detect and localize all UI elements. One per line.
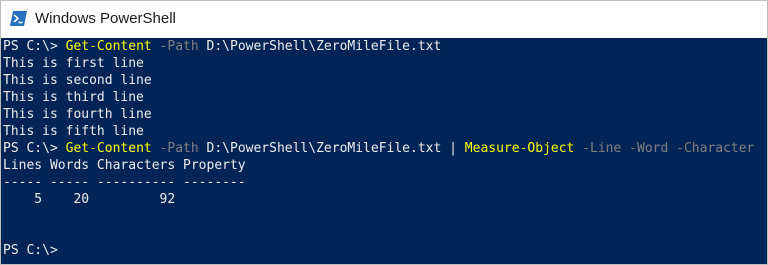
measure-parameters: -Line -Word -Character xyxy=(574,141,755,156)
window-title: Windows PowerShell xyxy=(35,10,176,27)
path-argument: D:\PowerShell\ZeroMileFile.txt | xyxy=(198,141,465,156)
title-bar[interactable]: Windows PowerShell xyxy=(1,1,767,38)
command-line-1: PS C:\> Get-Content -Path D:\PowerShell\… xyxy=(3,38,441,55)
table-header: Lines Words Characters Property xyxy=(3,158,246,173)
powershell-icon xyxy=(10,11,27,26)
cmdlet-measure-object: Measure-Object xyxy=(464,141,575,156)
prompt: PS C:\> xyxy=(3,141,66,156)
parameter-path: -Path xyxy=(151,39,199,54)
final-prompt[interactable]: PS C:\> xyxy=(3,242,58,259)
path-argument: D:\PowerShell\ZeroMileFile.txt xyxy=(198,39,442,54)
command-line-2: PS C:\> Get-Content -Path D:\PowerShell\… xyxy=(3,140,754,157)
output-line: This is fourth line xyxy=(3,107,152,122)
parameter-path: -Path xyxy=(151,141,199,156)
output-line: This is second line xyxy=(3,73,152,88)
console-area[interactable]: PS C:\> Get-Content -Path D:\PowerShell\… xyxy=(1,38,767,264)
cmdlet-get-content: Get-Content xyxy=(65,141,152,156)
output-line: This is first line xyxy=(3,56,144,71)
output-line: This is fifth line xyxy=(3,124,144,139)
powershell-window: Windows PowerShell PS C:\> Get-Content -… xyxy=(0,0,768,265)
cmdlet-get-content: Get-Content xyxy=(65,39,152,54)
table-separator: ----- ----- ---------- -------- xyxy=(3,175,246,190)
prompt: PS C:\> xyxy=(3,39,66,54)
output-line: This is third line xyxy=(3,90,144,105)
table-row: 5 20 92 xyxy=(3,192,176,207)
